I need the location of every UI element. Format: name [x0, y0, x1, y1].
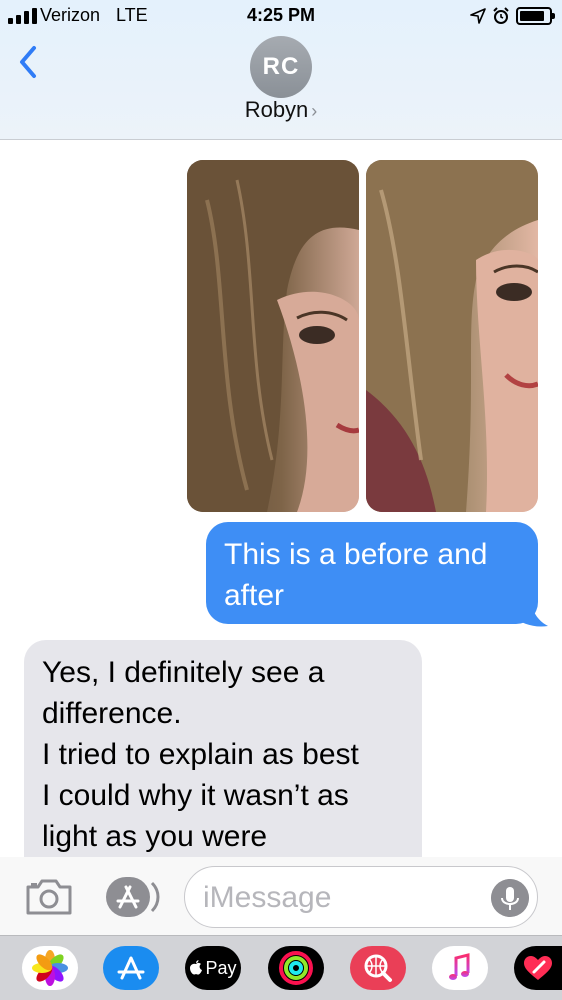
activity-icon[interactable] — [268, 946, 324, 990]
sent-message-bubble[interactable]: This is a before and after — [206, 522, 538, 624]
contact-name: Robyn — [244, 97, 309, 122]
apple-logo-icon — [190, 960, 203, 975]
photo-attachment-after[interactable] — [366, 160, 538, 512]
app-store-drawer-icon[interactable] — [103, 946, 159, 990]
message-line: I could why it wasn’t as — [42, 779, 349, 812]
microphone-icon[interactable] — [491, 879, 529, 917]
message-line: Yes, I definitely see a — [42, 656, 325, 689]
digital-touch-icon[interactable] — [514, 946, 562, 990]
back-button[interactable] — [14, 42, 44, 82]
app-store-icon[interactable] — [104, 875, 160, 919]
photo-attachment-before[interactable] — [187, 160, 359, 512]
pay-label: Pay — [205, 957, 237, 978]
status-bar: Verizon LTE 4:25 PM — [0, 0, 562, 32]
contact-avatar[interactable]: RC — [250, 36, 312, 98]
photos-icon[interactable] — [22, 946, 78, 990]
contact-name-button[interactable]: Robyn › — [0, 97, 562, 123]
location-arrow-icon — [470, 8, 486, 24]
message-placeholder: iMessage — [203, 881, 332, 914]
imessage-input[interactable]: iMessage — [184, 866, 538, 928]
message-line: difference. — [42, 697, 182, 730]
message-input-bar: iMessage — [0, 857, 562, 935]
battery-fill — [520, 11, 544, 21]
music-icon[interactable] — [432, 946, 488, 990]
conversation-header: Verizon LTE 4:25 PM RC Robyn › — [0, 0, 562, 140]
message-line: I tried to explain as best — [42, 738, 359, 771]
status-right — [470, 6, 555, 26]
message-line: light as you were — [42, 820, 268, 853]
bubble-tail — [510, 592, 548, 627]
camera-icon[interactable] — [24, 877, 74, 917]
message-line: This is a before and — [224, 538, 488, 571]
alarm-icon — [493, 7, 509, 24]
apple-pay-icon[interactable]: Pay — [185, 946, 241, 990]
battery-icon — [516, 7, 555, 25]
message-line: after — [224, 579, 285, 612]
web-search-icon[interactable] — [350, 946, 406, 990]
app-drawer: Pay — [0, 935, 562, 1000]
chevron-right-icon: › — [311, 101, 318, 121]
